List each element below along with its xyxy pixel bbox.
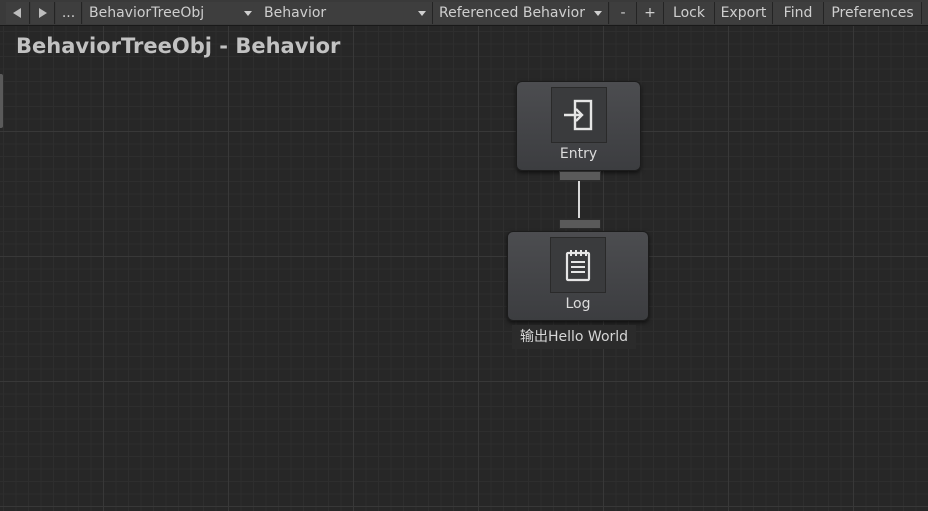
chevron-down-icon bbox=[244, 11, 252, 16]
back-arrow-icon bbox=[13, 8, 21, 18]
entry-node-label: Entry bbox=[559, 146, 598, 162]
log-icon-box bbox=[550, 237, 606, 293]
panel-resize-handle[interactable] bbox=[0, 74, 3, 128]
lock-label: Lock bbox=[673, 5, 705, 21]
graph-title: BehaviorTreeObj - Behavior bbox=[16, 34, 341, 58]
remove-label: - bbox=[620, 5, 626, 21]
export-label: Export bbox=[720, 5, 767, 21]
more-button[interactable]: ... bbox=[56, 2, 82, 24]
referenced-behavior-select[interactable]: Referenced Behavior bbox=[433, 2, 609, 24]
entry-output-port[interactable] bbox=[559, 171, 601, 181]
referenced-behavior-value: Referenced Behavior bbox=[439, 5, 586, 21]
forward-button[interactable] bbox=[31, 2, 55, 24]
log-node[interactable]: Log bbox=[507, 231, 649, 321]
entry-node[interactable]: Entry bbox=[516, 81, 641, 171]
chevron-down-icon bbox=[594, 11, 602, 16]
export-button[interactable]: Export bbox=[715, 2, 773, 24]
toolbar: ... BehaviorTreeObj Behavior Referenced … bbox=[0, 0, 928, 26]
graph-canvas[interactable]: BehaviorTreeObj - Behavior Entry Log 输出H… bbox=[0, 26, 928, 511]
add-label: + bbox=[644, 5, 656, 21]
notepad-icon bbox=[565, 250, 591, 282]
find-label: Find bbox=[783, 5, 813, 21]
forward-arrow-icon bbox=[39, 8, 47, 18]
preferences-label: Preferences bbox=[831, 5, 914, 21]
preferences-button[interactable]: Preferences bbox=[824, 2, 922, 24]
log-node-label: Log bbox=[565, 296, 591, 312]
behavior-select-value: Behavior bbox=[264, 5, 327, 21]
log-input-port[interactable] bbox=[559, 219, 601, 229]
remove-button[interactable]: - bbox=[610, 2, 637, 24]
back-button[interactable] bbox=[6, 2, 30, 24]
more-label: ... bbox=[61, 5, 76, 21]
lock-button[interactable]: Lock bbox=[664, 2, 715, 24]
connection-line bbox=[578, 181, 580, 218]
log-node-comment: 输出Hello World bbox=[512, 325, 637, 349]
entry-icon bbox=[563, 99, 592, 131]
chevron-down-icon bbox=[418, 11, 426, 16]
object-select[interactable]: BehaviorTreeObj bbox=[83, 2, 259, 24]
find-button[interactable]: Find bbox=[773, 2, 824, 24]
object-select-value: BehaviorTreeObj bbox=[89, 5, 205, 21]
add-button[interactable]: + bbox=[637, 2, 664, 24]
behavior-select[interactable]: Behavior bbox=[258, 2, 433, 24]
entry-icon-box bbox=[550, 87, 607, 143]
